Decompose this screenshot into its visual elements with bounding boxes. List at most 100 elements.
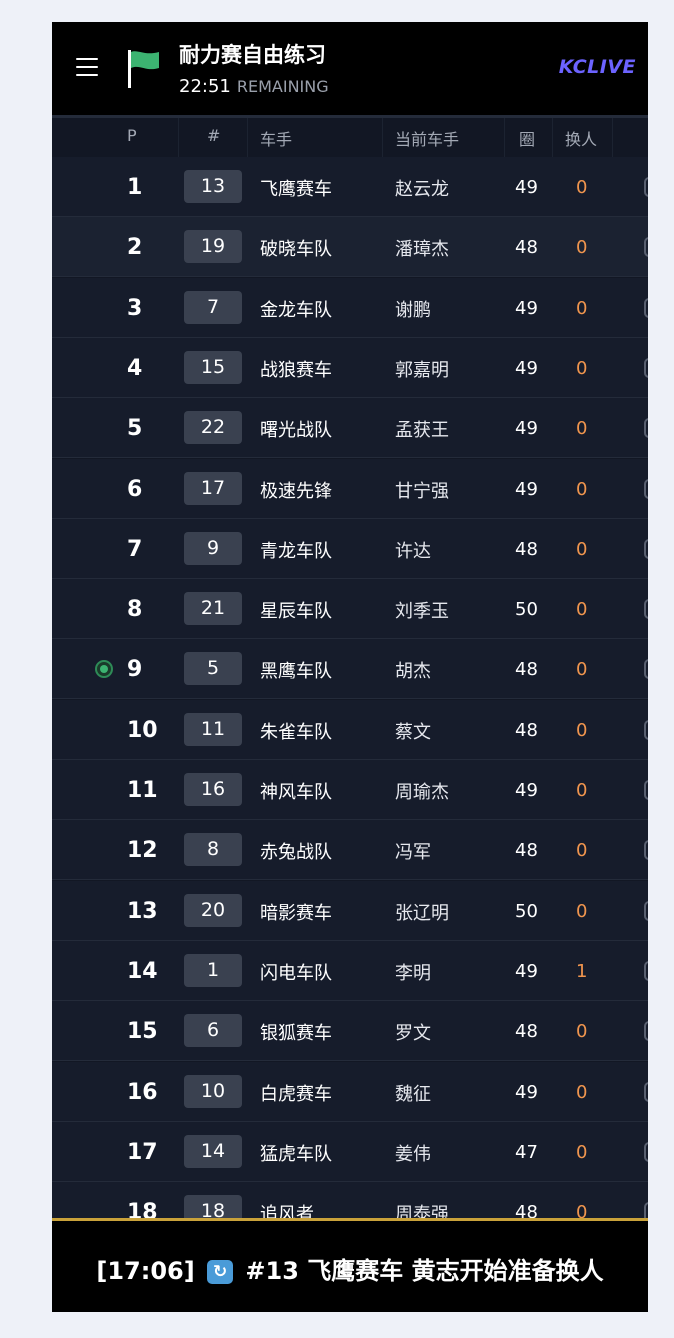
car-number-badge: 9 [184,531,242,565]
lap-count: 49 [515,297,538,319]
car-number-badge: 14 [184,1134,242,1168]
table-row[interactable]: 8 21 星辰车队 刘季玉 50 0 [52,579,648,640]
team-name: 飞鹰赛车 [260,179,332,200]
status-pill [644,840,648,861]
col-position[interactable]: P [127,126,137,145]
car-number-badge: 7 [184,290,242,324]
ticker-message: #13 飞鹰赛车 黄志开始准备换人 [245,1257,604,1285]
table-row[interactable]: 6 17 极速先锋 甘宁强 49 0 [52,458,648,519]
status-pill [644,1081,648,1102]
col-driver[interactable]: 当前车手 [395,126,459,150]
status-pill [644,538,648,559]
lap-count: 47 [515,1141,538,1163]
table-row[interactable]: 2 19 破晓车队 潘璋杰 48 0 [52,217,648,278]
table-row[interactable]: 17 14 猛虎车队 姜伟 47 0 [52,1121,648,1182]
status-pill [644,297,648,318]
position: 17 [127,1139,158,1165]
position: 13 [127,898,158,924]
countdown: 22:51 [179,76,231,97]
team-name: 银狐赛车 [260,1023,332,1045]
team-name: 星辰车队 [260,601,332,623]
status-pill [644,659,648,680]
current-driver: 孟获王 [395,420,449,442]
swap-count: 0 [576,1021,588,1043]
table-row[interactable]: 10 11 朱雀车队 蔡文 48 0 [52,699,648,760]
current-driver: 谢鹏 [395,299,431,321]
lap-count: 48 [515,1021,538,1043]
status-pill [644,237,648,258]
current-driver: 许达 [395,540,431,562]
position: 16 [127,1079,158,1105]
swap-count: 0 [576,599,588,621]
table-row[interactable]: 16 10 白虎赛车 魏征 49 0 [52,1061,648,1122]
lap-count: 50 [515,599,538,621]
table-row[interactable]: 5 22 曙光战队 孟获王 49 0 [52,398,648,459]
car-number-badge: 21 [184,592,242,626]
car-number-badge: 15 [184,350,242,384]
col-team[interactable]: 车手 [260,126,292,150]
table-row[interactable]: 15 6 银狐赛车 罗文 48 0 [52,1001,648,1062]
position: 1 [127,175,143,200]
hamburger-menu-icon[interactable] [76,58,98,76]
lap-count: 49 [515,1081,538,1103]
position: 12 [127,838,158,864]
table-row[interactable]: 4 15 战狼赛车 郭嘉明 49 0 [52,337,648,398]
current-driver: 潘璋杰 [395,239,449,261]
position: 8 [127,597,143,623]
status-pill [644,719,648,740]
swap-count: 0 [576,418,588,440]
app: 耐力赛自由练习 22:51 REMAINING KCLIVE P # 车手 当前车… [52,22,648,1312]
table-row[interactable]: 3 7 金龙车队 谢鹏 49 0 [52,277,648,338]
table-row[interactable]: 7 9 青龙车队 许达 48 0 [52,518,648,579]
table-row[interactable]: 18 18 追风者 周泰强 48 0 [52,1182,648,1218]
swap-count: 0 [576,1081,588,1103]
table-row[interactable]: 14 1 闪电车队 李明 49 1 [52,940,648,1001]
lap-count: 48 [515,840,538,862]
car-number-badge: 19 [184,230,242,264]
status-pill [644,1202,648,1218]
car-number-badge: 13 [184,170,242,203]
position: 5 [127,416,143,442]
current-driver: 周瑜杰 [395,782,449,803]
col-laps[interactable]: 圈 [519,126,535,150]
team-name: 朱雀车队 [260,721,332,743]
session-title: 耐力赛自由练习 [179,43,326,67]
col-number[interactable]: # [207,126,220,145]
status-pill [644,780,648,800]
swap-count: 0 [576,1202,588,1218]
current-driver: 周泰强 [395,1204,449,1218]
table-row[interactable]: 13 20 暗影赛车 张辽明 50 0 [52,880,648,941]
team-name: 曙光战队 [260,420,332,442]
col-swaps[interactable]: 换人 [565,126,597,150]
remaining-label: REMAINING [236,77,329,96]
lap-count: 49 [515,780,538,801]
standings-table: 1 13 飞鹰赛车 赵云龙 49 0 2 19 破晓车队 潘璋杰 48 0 3 7 金龙车队 谢鹏 49 0 4 15… [52,157,648,1218]
team-name: 战狼赛车 [260,359,332,381]
team-name: 赤兔战队 [260,842,332,864]
table-row[interactable]: 9 5 黑鹰车队 胡杰 48 0 [52,639,648,700]
car-number-badge: 22 [184,411,242,445]
position: 7 [127,536,143,562]
swap-count: 0 [576,237,588,259]
swap-count: 0 [576,1141,588,1163]
current-driver: 胡杰 [395,661,431,683]
lap-count: 49 [515,478,538,500]
table-row[interactable]: 1 13 飞鹰赛车 赵云龙 49 0 [52,157,648,217]
ticker-text: [17:06] ↻ #13 飞鹰赛车 黄志开始准备换人 [52,1251,648,1286]
car-number-badge: 11 [184,712,242,746]
swap-count: 0 [576,177,588,198]
swap-count: 1 [576,960,588,982]
team-name: 金龙车队 [260,299,332,321]
lap-count: 49 [515,960,538,982]
header: 耐力赛自由练习 22:51 REMAINING KCLIVE [52,22,648,115]
table-row[interactable]: 12 8 赤兔战队 冯军 48 0 [52,820,648,881]
car-number-badge: 17 [184,471,242,505]
kclive-logo[interactable]: KCLIVE [559,56,636,78]
swap-count: 0 [576,719,588,741]
table-row[interactable]: 11 16 神风车队 周瑜杰 49 0 [52,760,648,820]
car-number-badge: 1 [184,953,242,987]
status-pill [644,418,648,439]
position: 11 [127,778,158,803]
current-driver: 蔡文 [395,721,431,743]
status-pill [644,960,648,981]
